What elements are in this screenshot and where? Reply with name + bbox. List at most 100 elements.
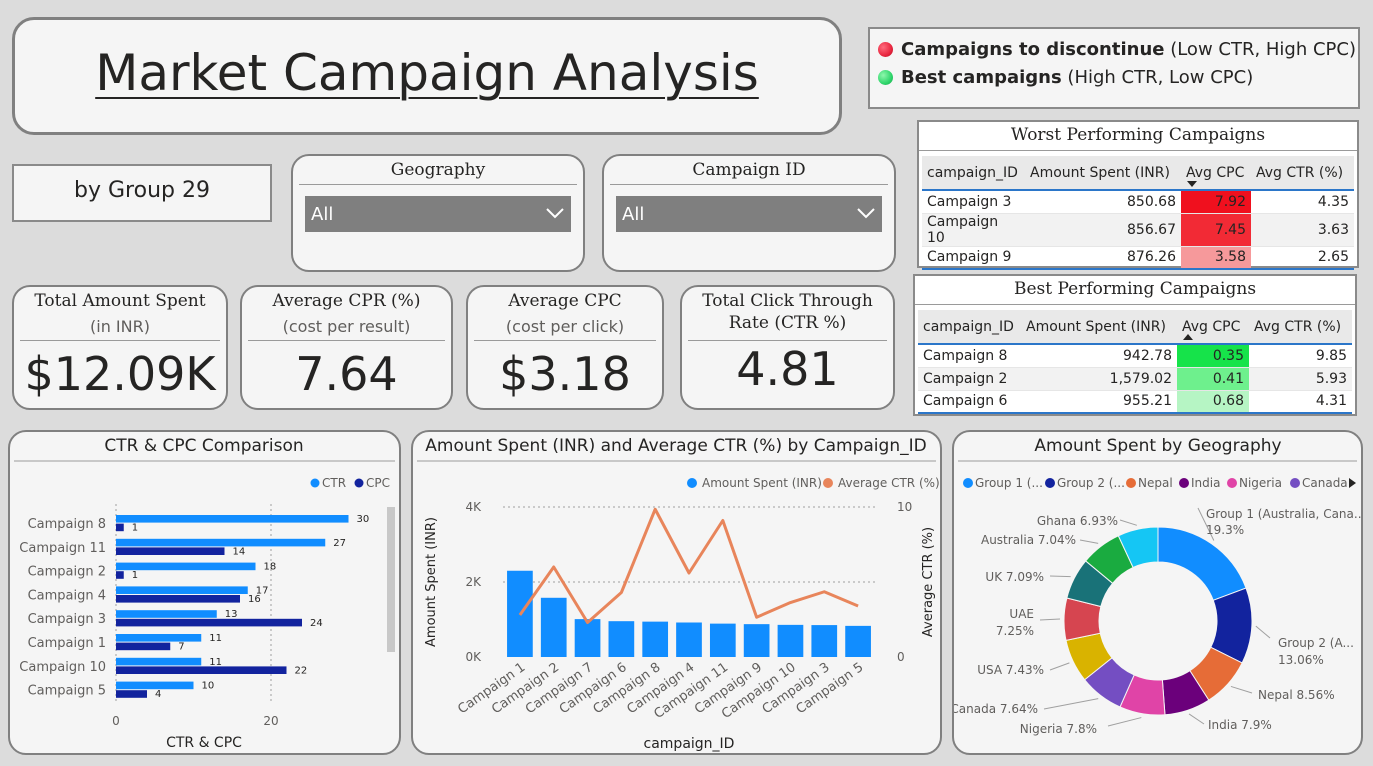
cell-cpc: 7.45: [1181, 213, 1251, 247]
cell-spent: 1,579.02: [1021, 367, 1177, 391]
data-label: 4: [155, 689, 161, 700]
data-label: 16: [248, 594, 261, 605]
best-table: campaign_ID Amount Spent (INR) Avg CPC A…: [918, 310, 1352, 414]
column-header[interactable]: Amount Spent (INR): [1021, 310, 1177, 345]
data-label: 14: [233, 546, 246, 557]
bar-amount-spent: [642, 621, 669, 657]
leader-line: [1255, 625, 1271, 639]
bar-cpc: [116, 523, 124, 532]
cell-cpc: 3.58: [1181, 246, 1251, 270]
chart-title: CTR & CPC Comparison: [104, 436, 303, 456]
column-header-sorted[interactable]: Avg CPC: [1181, 156, 1251, 191]
spent-ctr-chart-svg: Amount Spent (INR) and Average CTR (%) b…: [417, 436, 940, 752]
data-label: 22: [295, 665, 308, 676]
table-title: Worst Performing Campaigns: [1010, 125, 1266, 145]
table-row[interactable]: Campaign 10 856.67 7.45 3.63: [922, 213, 1354, 247]
slice-label: 7.25%: [996, 624, 1034, 638]
bar-cpc: [116, 666, 287, 674]
legend-label: India: [1191, 476, 1220, 490]
bar-amount-spent: [709, 623, 736, 657]
cell-spent: 876.26: [1025, 246, 1181, 270]
kpi-value: $3.18: [499, 347, 631, 401]
green-dot-icon: [878, 70, 893, 85]
kpi-average-cpr: Average CPR (%) (cost per result) 7.64: [240, 285, 453, 410]
table-row[interactable]: Campaign 8 942.78 0.35 9.85: [918, 344, 1352, 368]
legend-marker-ctr: [823, 478, 833, 488]
legend-label-spent: Amount Spent (INR): [702, 476, 822, 490]
column-header[interactable]: Avg CTR (%): [1251, 156, 1354, 191]
kpi-average-cpc: Average CPC (cost per click) $3.18: [466, 285, 664, 410]
cell-id: Campaign 8: [918, 344, 1021, 368]
leader-line: [1039, 618, 1061, 621]
campaign-dropdown[interactable]: All: [616, 196, 882, 232]
bar-ctr: [116, 586, 248, 594]
y-tick-label: Campaign 8: [28, 517, 106, 532]
leader-line: [1043, 698, 1099, 710]
line-average-ctr: [518, 507, 859, 624]
cell-spent: 856.67: [1025, 213, 1181, 247]
cell-ctr: 4.31: [1249, 390, 1352, 414]
leader-line: [1079, 539, 1099, 544]
bar-amount-spent: [540, 597, 567, 657]
leader-line: [1119, 519, 1137, 526]
cell-spent: 955.21: [1021, 390, 1177, 414]
cell-cpc: 7.92: [1181, 190, 1251, 214]
slice-label: Group 1 (Australia, Cana...: [1206, 507, 1361, 521]
data-label: 7: [178, 642, 184, 653]
column-header[interactable]: Avg CTR (%): [1249, 310, 1352, 345]
table-row[interactable]: Campaign 6 955.21 0.68 4.31: [918, 390, 1352, 414]
cell-cpc: 0.41: [1177, 367, 1249, 391]
legend-label-ctr: Average CTR (%): [838, 476, 940, 490]
slice-label: 13.06%: [1278, 653, 1324, 667]
leader-line: [1107, 717, 1142, 727]
data-label: 30: [357, 514, 370, 525]
kpi-value: $12.09K: [24, 347, 216, 401]
slice-label: Canada 7.64%: [954, 702, 1038, 716]
legend-marker-spent: [687, 478, 697, 488]
table-row[interactable]: Campaign 2 1,579.02 0.41 5.93: [918, 367, 1352, 391]
y-tick-label: 0K: [465, 650, 482, 664]
y-axis-title: Amount Spent (INR): [424, 517, 439, 647]
bar-cpc: [116, 595, 240, 603]
chevron-down-icon: [546, 208, 564, 219]
cell-ctr: 9.85: [1249, 344, 1352, 368]
legend-label: Nigeria: [1239, 476, 1282, 490]
legend-marker: [1126, 478, 1136, 488]
slice-label: 19.3%: [1206, 523, 1244, 537]
data-label: 11: [209, 657, 222, 668]
table-row[interactable]: Campaign 3 850.68 7.92 4.35: [922, 190, 1354, 214]
data-label: 10: [202, 681, 215, 692]
chart-title: Amount Spent (INR) and Average CTR (%) b…: [425, 436, 926, 456]
slice-label: UK 7.09%: [985, 570, 1044, 584]
column-header[interactable]: Amount Spent (INR): [1025, 156, 1181, 191]
slice-label: UAE: [1009, 607, 1034, 621]
page-title: Market Campaign Analysis: [95, 44, 759, 102]
bar-ctr: [116, 610, 217, 618]
geography-chart-svg: Amount Spent by Geography Group 1 (... Gro…: [954, 436, 1361, 736]
bar-amount-spent: [845, 625, 871, 657]
column-header-sorted[interactable]: Avg CPC: [1177, 310, 1249, 345]
y2-tick-label: 0: [897, 650, 905, 664]
slice-label: USA 7.43%: [977, 663, 1044, 677]
ctr-cpc-chart-svg: CTR & CPC Comparison CTR CPC 0 20 CTR & CPC Ca…: [14, 436, 395, 751]
data-label: 1: [132, 523, 138, 534]
table-row[interactable]: Campaign 9 876.26 3.58 2.65: [922, 246, 1354, 270]
bar-cpc: [116, 571, 124, 579]
legend-marker: [1227, 478, 1237, 488]
y-tick-label: Campaign 11: [19, 541, 106, 556]
slice-label: Nepal 8.56%: [1258, 688, 1335, 702]
column-header[interactable]: campaign_ID: [922, 156, 1025, 191]
chevron-down-icon: [857, 208, 875, 219]
legend-label-cpc: CPC: [366, 476, 390, 490]
legend-best: Best campaigns (High CTR, Low CPC): [878, 67, 1253, 88]
cell-id: Campaign 6: [918, 390, 1021, 414]
color-legend: Campaigns to discontinue (Low CTR, High …: [868, 27, 1360, 109]
bar-amount-spent: [676, 622, 702, 657]
cell-ctr: 4.35: [1251, 190, 1354, 214]
kpi-total-ctr: Total Click Through Rate (CTR %) 4.81: [680, 285, 895, 410]
column-header[interactable]: campaign_ID: [918, 310, 1021, 345]
geography-dropdown[interactable]: All: [305, 196, 571, 232]
legend-label: Nepal: [1138, 476, 1173, 490]
legend-marker: [1179, 478, 1189, 488]
cell-cpc: 0.35: [1177, 344, 1249, 368]
